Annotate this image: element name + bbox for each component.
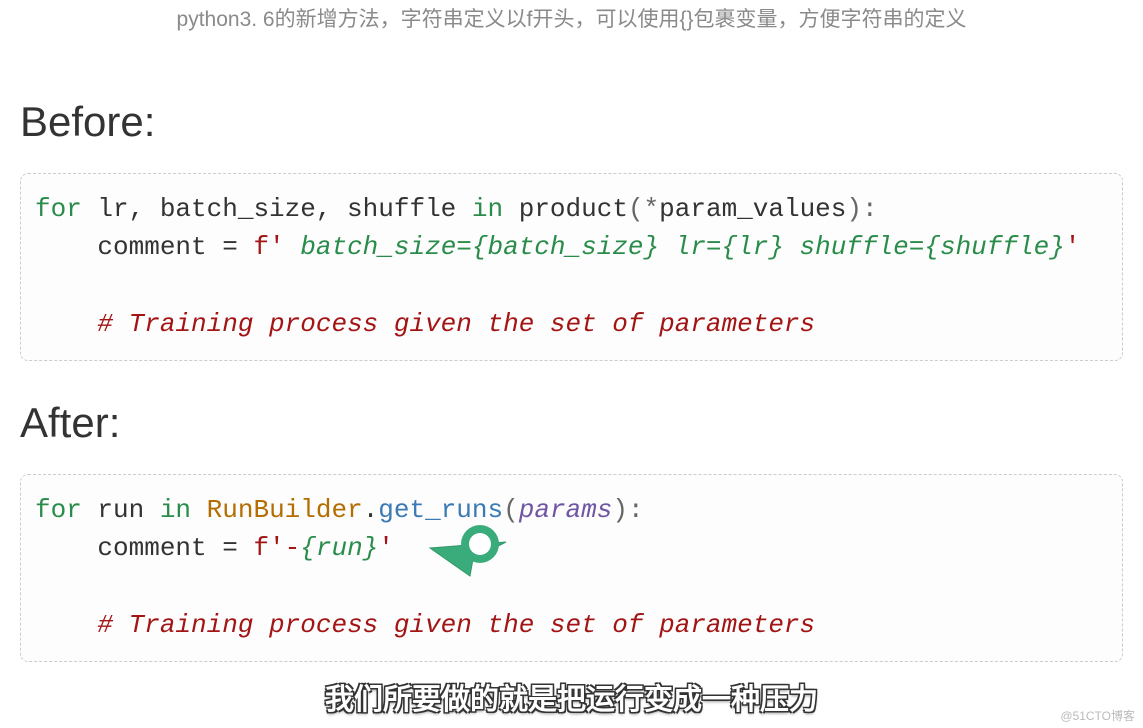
- keyword-in: in: [472, 194, 503, 224]
- code-vars: lr, batch_size, shuffle: [82, 194, 472, 224]
- code-fstring-var: {run}: [300, 533, 378, 563]
- code-dot: .: [363, 495, 379, 525]
- keyword-for: for: [35, 194, 82, 224]
- main-content: Before: for lr, batch_size, shuffle in p…: [0, 0, 1143, 662]
- code-fstring-open: f'-: [253, 533, 300, 563]
- code-arg: param_values: [659, 194, 846, 224]
- top-caption-subtitle: python3. 6的新增方法，字符串定义以f开头，可以使用{}包裹变量，方便字…: [177, 3, 967, 33]
- heading-after: After:: [20, 399, 1123, 447]
- code-param: params: [519, 495, 613, 525]
- code-fn: product: [503, 194, 628, 224]
- code-var: run: [82, 495, 160, 525]
- code-paren: (*: [628, 194, 659, 224]
- code-indent: [35, 309, 97, 339]
- code-block-before: for lr, batch_size, shuffle in product(*…: [20, 173, 1123, 361]
- code-fstring-close: ': [378, 533, 394, 563]
- keyword-for: for: [35, 495, 82, 525]
- code-assign: comment =: [97, 232, 253, 262]
- code-paren-close: ):: [846, 194, 877, 224]
- cursor-pointer-icon: [418, 517, 518, 590]
- bottom-caption-subtitle: 我们所要做的就是把运行变成一种压力: [325, 676, 818, 718]
- code-fstring-body: batch_size={batch_size} lr={lr} shuffle=…: [300, 232, 1065, 262]
- code-comment: # Training process given the set of para…: [97, 610, 815, 640]
- watermark-text: @51CTO博客: [1060, 707, 1135, 724]
- code-paren-close: ):: [612, 495, 643, 525]
- code-comment: # Training process given the set of para…: [97, 309, 815, 339]
- code-fstring-close: ': [1065, 232, 1081, 262]
- code-block-after: for run in RunBuilder.get_runs(params): …: [20, 474, 1123, 662]
- keyword-in: in: [160, 495, 191, 525]
- code-indent: [35, 232, 97, 262]
- code-fstring-open: f': [253, 232, 300, 262]
- code-indent: [35, 533, 97, 563]
- code-indent: [35, 610, 97, 640]
- code-assign: comment =: [97, 533, 253, 563]
- code-space: [191, 495, 207, 525]
- heading-before: Before:: [20, 98, 1123, 146]
- code-class: RunBuilder: [207, 495, 363, 525]
